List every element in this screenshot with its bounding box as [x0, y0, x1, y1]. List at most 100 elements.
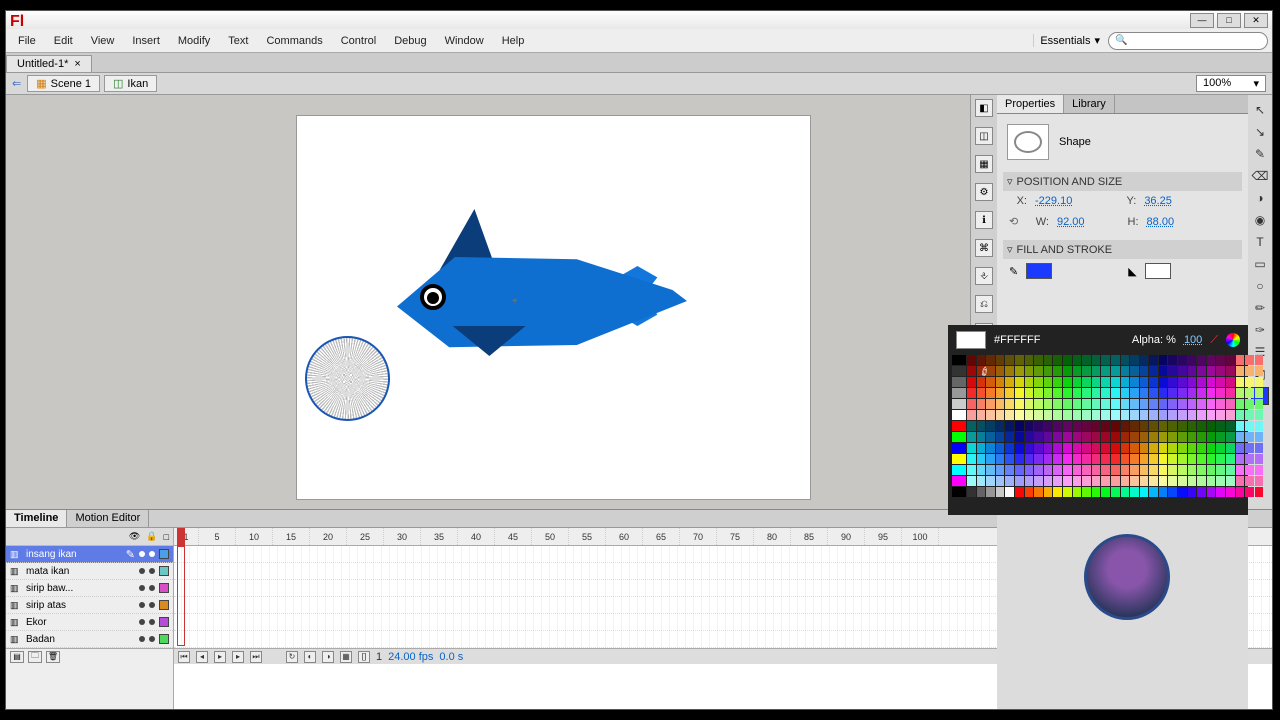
swatch-cell[interactable]	[1159, 443, 1168, 453]
swatch-cell[interactable]	[1168, 454, 1177, 464]
swatch-cell[interactable]	[986, 454, 995, 464]
swatch-cell[interactable]	[1255, 399, 1264, 409]
swatch-cell[interactable]	[1111, 355, 1120, 365]
swatch-cell[interactable]	[1226, 476, 1235, 486]
swatch-cell[interactable]	[1236, 465, 1245, 475]
ruler-tick[interactable]: 20	[310, 528, 347, 545]
layer-name[interactable]: insang ikan	[26, 549, 122, 560]
swatch-cell[interactable]	[952, 487, 966, 497]
zoom-select[interactable]: 100% ▾	[1196, 75, 1266, 92]
swatch-cell[interactable]	[1149, 355, 1158, 365]
color-swatch-grid[interactable]	[952, 351, 1244, 497]
lock-column-icon[interactable]: 🔒	[146, 531, 157, 542]
swatch-cell[interactable]	[977, 432, 986, 442]
swatch-cell[interactable]	[1111, 476, 1120, 486]
swatch-cell[interactable]	[1053, 410, 1062, 420]
swatch-cell[interactable]	[1101, 454, 1110, 464]
swatch-cell[interactable]	[1005, 432, 1014, 442]
visibility-toggle[interactable]	[139, 551, 145, 557]
tool-button[interactable]: ✑	[1251, 321, 1269, 339]
swatch-cell[interactable]	[1053, 432, 1062, 442]
swatch-cell[interactable]	[1188, 443, 1197, 453]
swatch-cell[interactable]	[1015, 421, 1024, 431]
swatch-cell[interactable]	[1188, 355, 1197, 365]
layer-row[interactable]: ▥ mata ikan	[6, 563, 173, 580]
swatch-cell[interactable]	[1236, 487, 1245, 497]
swatch-cell[interactable]	[1245, 388, 1254, 398]
layer-row[interactable]: ▥ sirip atas	[6, 597, 173, 614]
panel-shortcut-icon[interactable]: ◫	[975, 127, 993, 145]
swatch-cell[interactable]	[1188, 476, 1197, 486]
swatch-cell[interactable]	[1140, 377, 1149, 387]
swatch-cell[interactable]	[996, 388, 1005, 398]
swatch-cell[interactable]	[1245, 421, 1254, 431]
swatch-cell[interactable]	[1178, 454, 1187, 464]
visibility-toggle[interactable]	[139, 585, 145, 591]
swatch-cell[interactable]	[1207, 355, 1216, 365]
swatch-cell[interactable]	[1197, 410, 1206, 420]
swatch-cell[interactable]	[1245, 377, 1254, 387]
layer-name[interactable]: sirip atas	[26, 600, 135, 611]
menu-commands[interactable]: Commands	[258, 32, 330, 50]
swatch-cell[interactable]	[1159, 432, 1168, 442]
swatch-cell[interactable]	[996, 399, 1005, 409]
outline-color-swatch[interactable]	[159, 566, 169, 576]
swatch-cell[interactable]	[1226, 410, 1235, 420]
swatch-cell[interactable]	[1111, 377, 1120, 387]
swatch-cell[interactable]	[996, 465, 1005, 475]
swatch-cell[interactable]	[1226, 443, 1235, 453]
swatch-cell[interactable]	[952, 355, 966, 365]
new-layer-button[interactable]: ▤	[10, 651, 24, 663]
visibility-toggle[interactable]	[139, 568, 145, 574]
swatch-cell[interactable]	[1082, 443, 1091, 453]
swatch-cell[interactable]	[1226, 355, 1235, 365]
swatch-cell[interactable]	[1159, 377, 1168, 387]
swatch-cell[interactable]	[1025, 366, 1034, 376]
swatch-cell[interactable]	[1034, 465, 1043, 475]
swatch-cell[interactable]	[1121, 410, 1130, 420]
swatch-cell[interactable]	[1101, 366, 1110, 376]
workspace-selector[interactable]: Essentials ▾	[1033, 34, 1106, 47]
swatch-cell[interactable]	[1005, 399, 1014, 409]
swatch-cell[interactable]	[1044, 355, 1053, 365]
swatch-cell[interactable]	[1044, 432, 1053, 442]
swatch-cell[interactable]	[1130, 388, 1139, 398]
document-tab[interactable]: Untitled-1* ×	[6, 55, 92, 72]
swatch-cell[interactable]	[996, 443, 1005, 453]
swatch-cell[interactable]	[1025, 377, 1034, 387]
swatch-cell[interactable]	[1005, 487, 1014, 497]
swatch-cell[interactable]	[1168, 410, 1177, 420]
layer-row[interactable]: ▥ insang ikan ✎	[6, 546, 173, 563]
fill-color-swatch[interactable]	[1145, 263, 1171, 279]
swatch-cell[interactable]	[1216, 487, 1225, 497]
search-input[interactable]: 🔍	[1108, 32, 1268, 50]
swatch-cell[interactable]	[1159, 399, 1168, 409]
swatch-cell[interactable]	[1130, 476, 1139, 486]
swatch-cell[interactable]	[1111, 421, 1120, 431]
swatch-cell[interactable]	[1245, 476, 1254, 486]
step-fwd-button[interactable]: ▸	[232, 651, 244, 663]
swatch-cell[interactable]	[1255, 443, 1264, 453]
swatch-cell[interactable]	[1005, 355, 1014, 365]
swatch-cell[interactable]	[1178, 432, 1187, 442]
close-tab-icon[interactable]: ×	[74, 58, 80, 70]
swatch-cell[interactable]	[1082, 410, 1091, 420]
swatch-cell[interactable]	[1188, 432, 1197, 442]
swatch-cell[interactable]	[1025, 454, 1034, 464]
ruler-tick[interactable]: 40	[458, 528, 495, 545]
layer-name[interactable]: Badan	[26, 634, 135, 645]
tool-button[interactable]: ▭	[1251, 255, 1269, 273]
swatch-cell[interactable]	[1149, 410, 1158, 420]
swatch-cell[interactable]	[1121, 355, 1130, 365]
swatch-cell[interactable]	[1130, 487, 1139, 497]
swatch-cell[interactable]	[1063, 443, 1072, 453]
swatch-cell[interactable]	[1140, 443, 1149, 453]
swatch-cell[interactable]	[1245, 410, 1254, 420]
swatch-cell[interactable]	[1130, 399, 1139, 409]
tool-button[interactable]: ↖	[1251, 101, 1269, 119]
playhead[interactable]	[177, 528, 185, 546]
swatch-cell[interactable]	[1044, 487, 1053, 497]
swatch-cell[interactable]	[996, 421, 1005, 431]
ruler-tick[interactable]: 10	[236, 528, 273, 545]
swatch-cell[interactable]	[1082, 377, 1091, 387]
